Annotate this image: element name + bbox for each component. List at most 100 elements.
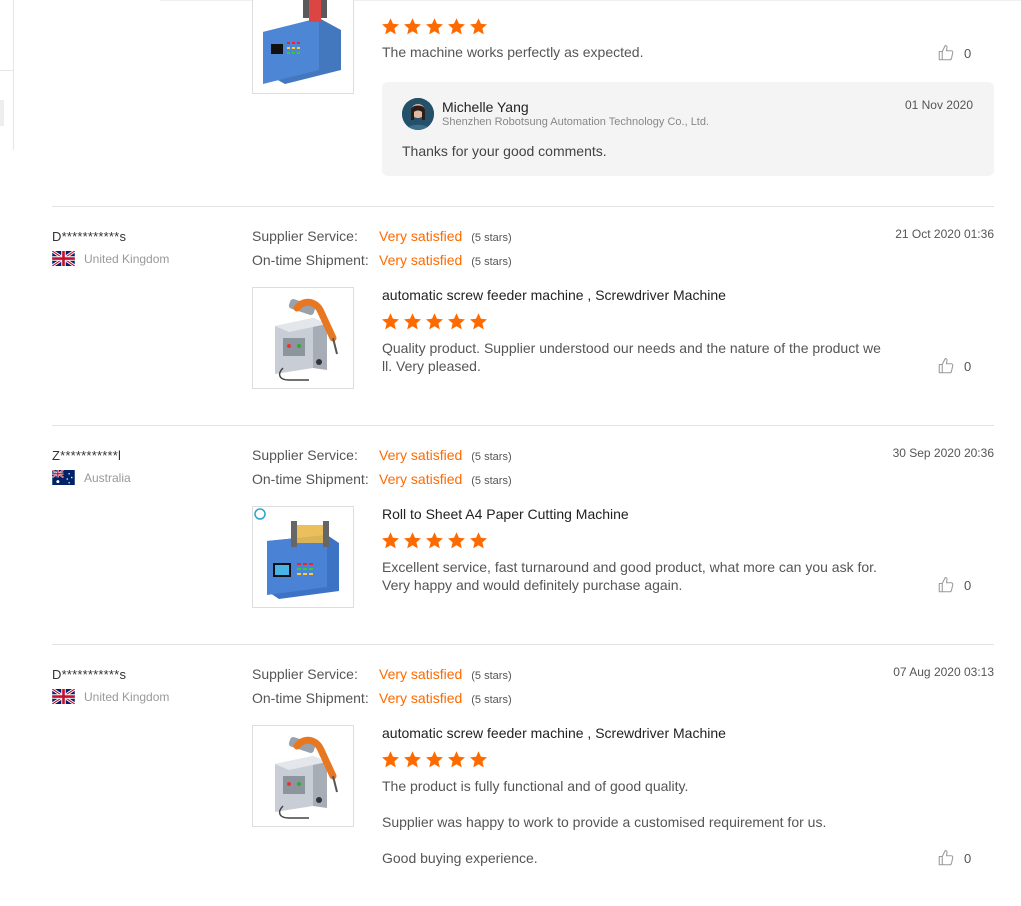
like-count: 0: [964, 45, 972, 61]
review-divider: [52, 644, 994, 645]
reply-text: Thanks for your good comments.: [402, 143, 607, 159]
review-date: 21 Oct 2020 01:36: [895, 227, 994, 241]
thumbs-up-icon: [937, 576, 955, 594]
like-button[interactable]: 0: [937, 849, 971, 867]
buyer-country: United Kingdom: [52, 251, 169, 266]
shipment-stars: (5 stars): [471, 256, 512, 268]
review-text: The machine works perfectly as expected.: [382, 43, 882, 61]
like-count: 0: [964, 850, 972, 866]
avatar-image: [402, 98, 434, 130]
supplier-service-value: Very satisfied: [379, 447, 463, 463]
star-rating: [381, 17, 488, 36]
star-icon: [469, 17, 488, 36]
buyer-country: United Kingdom: [52, 689, 169, 704]
star-icon: [447, 312, 466, 331]
product-title[interactable]: automatic screw feeder machine , Screwdr…: [382, 287, 726, 303]
buyer-country: Australia: [52, 470, 131, 485]
review-date: 07 Aug 2020 03:13: [893, 665, 994, 679]
review-paragraph: The product is fully functional and of g…: [382, 778, 689, 794]
review-paragraph: Good buying experience.: [382, 850, 538, 866]
product-image: [253, 726, 353, 826]
star-icon: [425, 17, 444, 36]
supplier-service-rating: Supplier Service: Very satisfied (5 star…: [252, 447, 512, 463]
supplier-service-label: Supplier Service:: [252, 228, 358, 244]
country-name: United Kingdom: [84, 251, 170, 266]
shipment-value: Very satisfied: [379, 690, 463, 706]
reply-date: 01 Nov 2020: [904, 98, 973, 112]
product-thumbnail[interactable]: [252, 0, 354, 94]
star-icon: [403, 312, 422, 331]
shipment-stars: (5 stars): [471, 694, 512, 706]
star-icon: [425, 531, 444, 550]
supplier-service-rating: Supplier Service: Very satisfied (5 star…: [252, 666, 512, 682]
product-image: [253, 0, 353, 93]
star-rating: [381, 531, 488, 550]
star-icon: [381, 312, 400, 331]
review-text: Excellent service, fast turnaround and g…: [382, 558, 882, 594]
product-thumbnail[interactable]: [252, 725, 354, 827]
star-icon: [381, 750, 400, 769]
buyer-name: Z***********l: [52, 448, 122, 463]
like-button[interactable]: 0: [937, 44, 971, 62]
review-divider: [52, 425, 994, 426]
uk-flag-icon: [52, 251, 75, 266]
shipment-rating: On-time Shipment: Very satisfied (5 star…: [252, 471, 512, 487]
product-thumbnail[interactable]: [252, 287, 354, 389]
shipment-label: On-time Shipment:: [252, 252, 369, 268]
like-count: 0: [964, 358, 972, 374]
supplier-service-value: Very satisfied: [379, 666, 463, 682]
supplier-service-stars: (5 stars): [471, 451, 512, 463]
like-count: 0: [964, 577, 972, 593]
shipment-rating: On-time Shipment: Very satisfied (5 star…: [252, 690, 512, 706]
left-rail-tab[interactable]: [0, 100, 4, 126]
supplier-service-label: Supplier Service:: [252, 447, 358, 463]
star-icon: [381, 531, 400, 550]
shipment-value: Very satisfied: [379, 471, 463, 487]
product-thumbnail[interactable]: [252, 506, 354, 608]
shipment-stars: (5 stars): [471, 475, 512, 487]
buyer-name: D***********s: [52, 667, 127, 682]
review-divider: [52, 206, 994, 207]
star-icon: [447, 17, 466, 36]
thumbs-up-icon: [937, 849, 955, 867]
star-icon: [425, 312, 444, 331]
star-rating: [381, 312, 488, 331]
product-title[interactable]: Roll to Sheet A4 Paper Cutting Machine: [382, 506, 629, 522]
review-paragraph: The machine works perfectly as expected.: [382, 44, 644, 60]
review-text: The product is fully functional and of g…: [382, 777, 882, 867]
review-text: Quality product. Supplier understood our…: [382, 339, 882, 375]
like-button[interactable]: 0: [937, 357, 971, 375]
product-image: [253, 507, 353, 607]
supplier-service-stars: (5 stars): [471, 232, 512, 244]
shipment-label: On-time Shipment:: [252, 471, 369, 487]
product-image: [253, 288, 353, 388]
left-rail: [0, 0, 14, 150]
shipment-label: On-time Shipment:: [252, 690, 369, 706]
supplier-service-label: Supplier Service:: [252, 666, 358, 682]
shipment-value: Very satisfied: [379, 252, 463, 268]
australia-flag-icon: [52, 470, 75, 485]
thumbs-up-icon: [937, 44, 955, 62]
supplier-service-stars: (5 stars): [471, 670, 512, 682]
shipment-rating: On-time Shipment: Very satisfied (5 star…: [252, 252, 512, 268]
star-icon: [403, 531, 422, 550]
product-title[interactable]: automatic screw feeder machine , Screwdr…: [382, 725, 726, 741]
star-icon: [403, 750, 422, 769]
star-icon: [469, 750, 488, 769]
like-button[interactable]: 0: [937, 576, 971, 594]
supplier-reply: Michelle Yang Shenzhen Robotsung Automat…: [382, 82, 994, 176]
review-paragraph: Quality product. Supplier understood our…: [382, 340, 881, 374]
star-icon: [447, 750, 466, 769]
uk-flag-icon: [52, 689, 75, 704]
reply-company: Shenzhen Robotsung Automation Technology…: [442, 116, 710, 128]
star-icon: [447, 531, 466, 550]
review-date: 30 Sep 2020 20:36: [892, 446, 994, 460]
thumbs-up-icon: [937, 357, 955, 375]
reply-author-name: Michelle Yang: [442, 99, 529, 115]
star-icon: [469, 531, 488, 550]
star-icon: [425, 750, 444, 769]
review-paragraph: Supplier was happy to work to provide a …: [382, 814, 827, 830]
star-rating: [381, 750, 488, 769]
review-paragraph: Excellent service, fast turnaround and g…: [382, 559, 877, 593]
country-name: United Kingdom: [84, 689, 170, 704]
